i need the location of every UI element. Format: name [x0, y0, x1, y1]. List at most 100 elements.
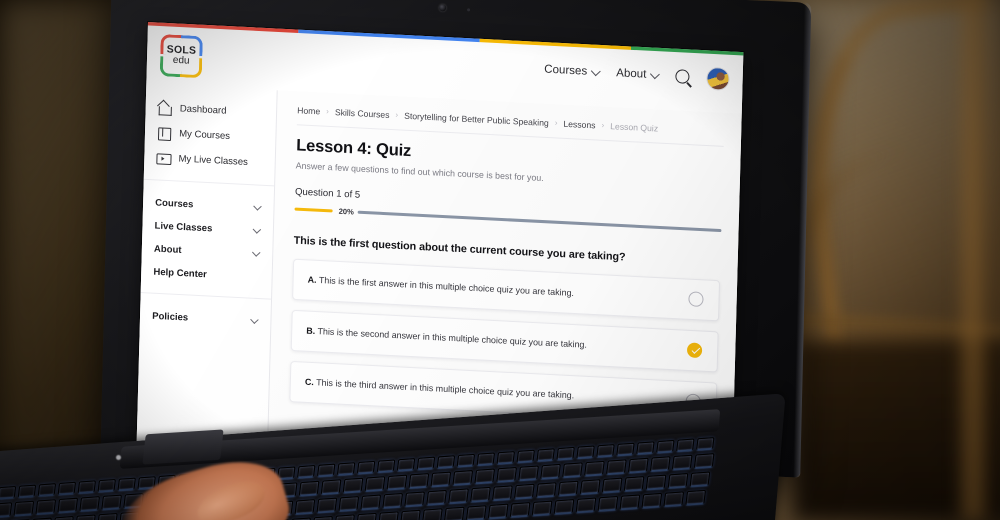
keyboard-key[interactable]	[97, 512, 118, 520]
keyboard-key[interactable]	[396, 458, 416, 472]
breadcrumb-item-home[interactable]: Home	[297, 105, 320, 116]
keyboard-key[interactable]	[465, 505, 487, 520]
breadcrumb-item-storytelling[interactable]: Storytelling for Better Public Speaking	[404, 110, 549, 127]
keyboard-key[interactable]	[0, 502, 13, 518]
nav-item-courses[interactable]: Courses	[544, 64, 601, 79]
keyboard-key[interactable]	[320, 479, 342, 495]
keyboard-key[interactable]	[356, 460, 376, 475]
keyboard-key[interactable]	[77, 480, 97, 494]
keyboard-key[interactable]	[360, 494, 382, 511]
keyboard-key[interactable]	[298, 480, 320, 497]
keyboard-key[interactable]	[556, 446, 575, 461]
keyboard-key[interactable]	[531, 500, 553, 517]
keyboard-key[interactable]	[496, 451, 515, 465]
keyboard-key[interactable]	[35, 499, 57, 515]
keyboard-key[interactable]	[597, 495, 619, 512]
keyboard-key[interactable]	[338, 496, 360, 512]
quiz-option-b[interactable]: B. This is the second answer in this mul…	[290, 309, 719, 372]
keyboard-key[interactable]	[535, 482, 557, 498]
keyboard-key[interactable]	[540, 463, 561, 480]
keyboard-key[interactable]	[496, 466, 517, 483]
keyboard-key[interactable]	[487, 503, 509, 520]
keyboard-key[interactable]	[297, 465, 316, 479]
sols-edu-logo[interactable]: SOLS edu	[159, 33, 203, 78]
quiz-option-a-radio[interactable]	[688, 291, 704, 308]
keyboard-key[interactable]	[575, 497, 597, 513]
keyboard-key[interactable]	[623, 476, 645, 492]
keyboard-key[interactable]	[576, 445, 595, 459]
keyboard-key[interactable]	[492, 485, 513, 501]
keyboard-key[interactable]	[426, 489, 447, 506]
keyboard-key[interactable]	[667, 473, 689, 489]
keyboard-key[interactable]	[294, 499, 316, 515]
keyboard-key[interactable]	[421, 508, 443, 520]
keyboard-key[interactable]	[696, 437, 715, 451]
keyboard-key[interactable]	[474, 468, 496, 484]
keyboard-key[interactable]	[452, 470, 474, 486]
keyboard-key[interactable]	[516, 449, 535, 464]
keyboard-key[interactable]	[342, 477, 364, 494]
keyboard-key[interactable]	[649, 456, 671, 472]
breadcrumb-item-skills-courses[interactable]: Skills Courses	[335, 107, 390, 120]
keyboard-key[interactable]	[685, 489, 707, 506]
keyboard-key[interactable]	[557, 480, 579, 497]
keyboard-key[interactable]	[656, 439, 675, 454]
keyboard-key[interactable]	[627, 457, 649, 474]
keyboard-key[interactable]	[645, 474, 667, 491]
avatar[interactable]	[706, 66, 730, 91]
quiz-option-a[interactable]: A. This is the first answer in this mult…	[292, 258, 721, 321]
keyboard-key[interactable]	[336, 462, 356, 476]
keyboard-key[interactable]	[334, 514, 355, 520]
keyboard-key[interactable]	[37, 483, 57, 497]
keyboard-key[interactable]	[430, 471, 452, 488]
search-icon[interactable]	[675, 69, 690, 84]
keyboard-key[interactable]	[476, 452, 496, 466]
keyboard-key[interactable]	[57, 481, 77, 496]
keyboard-key[interactable]	[693, 453, 715, 469]
keyboard-key[interactable]	[671, 454, 693, 471]
keyboard-key[interactable]	[13, 500, 35, 517]
keyboard-key[interactable]	[97, 478, 116, 493]
keyboard-key[interactable]	[448, 488, 469, 504]
keyboard-key[interactable]	[79, 496, 100, 512]
keyboard-key[interactable]	[400, 509, 421, 520]
keyboard-key[interactable]	[616, 442, 635, 457]
keyboard-key[interactable]	[562, 462, 583, 478]
keyboard-key[interactable]	[443, 506, 465, 520]
keyboard-key[interactable]	[518, 465, 539, 481]
keyboard-key[interactable]	[376, 459, 396, 473]
keyboard-key[interactable]	[0, 485, 17, 500]
quiz-option-b-radio-selected[interactable]	[686, 342, 703, 359]
keyboard-key[interactable]	[364, 476, 386, 492]
keyboard-key[interactable]	[117, 477, 136, 491]
keyboard-key[interactable]	[596, 444, 615, 458]
keyboard-key[interactable]	[619, 494, 641, 510]
keyboard-key[interactable]	[416, 456, 436, 470]
keyboard-key[interactable]	[316, 497, 338, 514]
keyboard-key[interactable]	[456, 453, 476, 468]
keyboard-key[interactable]	[312, 515, 333, 520]
nav-item-about[interactable]: About	[616, 67, 660, 81]
keyboard-key[interactable]	[316, 463, 336, 477]
keyboard-key[interactable]	[514, 483, 535, 500]
sidebar-item-policies[interactable]: Policies	[139, 304, 271, 334]
keyboard-key[interactable]	[579, 479, 601, 495]
keyboard-key[interactable]	[75, 514, 96, 520]
keyboard-key[interactable]	[53, 516, 74, 520]
keyboard-key[interactable]	[536, 448, 555, 462]
keyboard-key[interactable]	[57, 497, 79, 514]
keyboard-key[interactable]	[404, 491, 425, 507]
keyboard-key[interactable]	[553, 499, 575, 515]
keyboard-key[interactable]	[436, 455, 456, 469]
sidebar-item-my-live-classes[interactable]: My Live Classes	[143, 144, 275, 176]
keyboard-key[interactable]	[606, 459, 627, 475]
keyboard-key[interactable]	[663, 491, 685, 507]
keyboard-key[interactable]	[601, 477, 623, 494]
breadcrumb-item-lessons[interactable]: Lessons	[563, 118, 595, 130]
keyboard-key[interactable]	[636, 441, 655, 455]
keyboard-key[interactable]	[470, 486, 491, 503]
keyboard-key[interactable]	[676, 438, 695, 452]
keyboard-key[interactable]	[408, 473, 430, 489]
keyboard-key[interactable]	[509, 502, 531, 518]
keyboard-key[interactable]	[356, 512, 377, 520]
